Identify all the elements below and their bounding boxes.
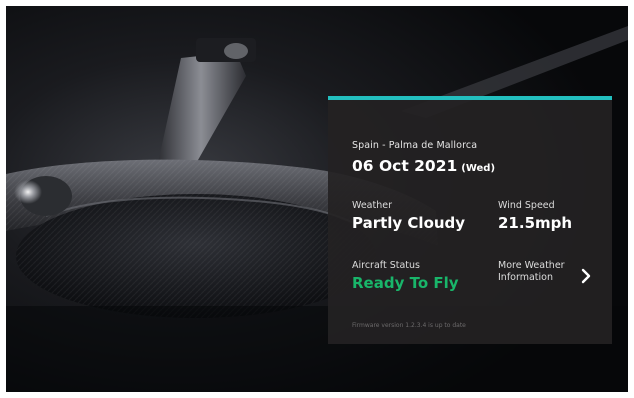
aircraft-status-value: Ready To Fly: [352, 274, 459, 292]
weather-value: Partly Cloudy: [352, 214, 466, 232]
day-of-week: (Wed): [461, 163, 496, 174]
date-value: 06 Oct 2021: [352, 157, 458, 175]
aircraft-status-label: Aircraft Status: [352, 260, 420, 271]
more-weather-button[interactable]: More Weather Information: [498, 260, 598, 294]
location-label: Spain - Palma de Mallorca: [352, 140, 478, 151]
firmware-status-text: Firmware version 1.2.3.4 is up to date: [352, 322, 466, 329]
chevron-right-icon: [581, 268, 591, 284]
flight-info-panel: Spain - Palma de Mallorca 06 Oct 2021 (We…: [328, 96, 612, 344]
wind-speed-value: 21.5mph: [498, 214, 573, 232]
accent-bar: [328, 96, 612, 100]
wind-speed-label: Wind Speed: [498, 200, 555, 211]
date-display: 06 Oct 2021 (Wed): [352, 156, 495, 175]
weather-label: Weather: [352, 200, 392, 211]
app-screen: Spain - Palma de Mallorca 06 Oct 2021 (We…: [6, 6, 628, 392]
more-weather-label: More Weather Information: [498, 260, 565, 283]
